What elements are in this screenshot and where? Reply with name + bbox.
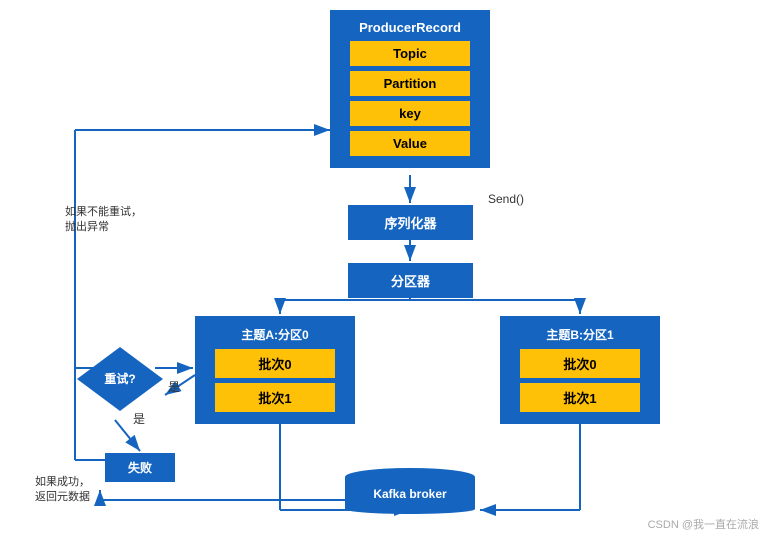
field-partition: Partition <box>350 71 470 96</box>
topic-a-box: 主题A:分区0 批次0 批次1 <box>195 316 355 424</box>
success-line2: 返回元数据 <box>35 491 90 503</box>
kafka-broker-label: Kafka broker <box>373 487 446 501</box>
topic-b-title: 主题B:分区1 <box>546 326 613 343</box>
topic-b-box: 主题B:分区1 批次0 批次1 <box>500 316 660 424</box>
topic-b-batch1: 批次1 <box>520 383 640 412</box>
partitioner-box: 分区器 <box>348 263 473 298</box>
cylinder-top <box>345 468 475 486</box>
no-retry-label: 如果不能重试， 抛出异常 <box>65 205 142 236</box>
success-line1: 如果成功， <box>35 476 90 488</box>
fail-box: 失败 <box>105 453 175 482</box>
field-topic: Topic <box>350 41 470 66</box>
topic-b-batch0: 批次0 <box>520 349 640 378</box>
cylinder-bottom <box>345 504 475 514</box>
retry-yes-right-label: 是 <box>168 378 180 395</box>
send-label: Send() <box>488 192 524 206</box>
topic-a-title: 主题A:分区0 <box>241 326 308 343</box>
producer-record-box: ProducerRecord Topic Partition key Value <box>330 10 490 168</box>
serializer-box: 序列化器 <box>348 205 473 240</box>
field-value: Value <box>350 131 470 156</box>
producer-record-title: ProducerRecord <box>359 20 461 35</box>
kafka-broker-cylinder: Kafka broker <box>345 468 475 514</box>
no-retry-line1: 如果不能重试， <box>65 206 142 218</box>
success-label: 如果成功， 返回元数据 <box>35 475 90 506</box>
topic-a-batch1: 批次1 <box>215 383 335 412</box>
no-retry-line2: 抛出异常 <box>65 221 109 233</box>
svg-text:重试?: 重试? <box>104 371 135 386</box>
watermark: CSDN @我一直在流浪 <box>648 516 759 532</box>
topic-a-batch0: 批次0 <box>215 349 335 378</box>
field-key: key <box>350 101 470 126</box>
diagram-container: ProducerRecord Topic Partition key Value… <box>0 0 771 544</box>
retry-yes-below-label: 是 <box>133 410 145 427</box>
retry-diamond: 重试? <box>75 345 165 413</box>
